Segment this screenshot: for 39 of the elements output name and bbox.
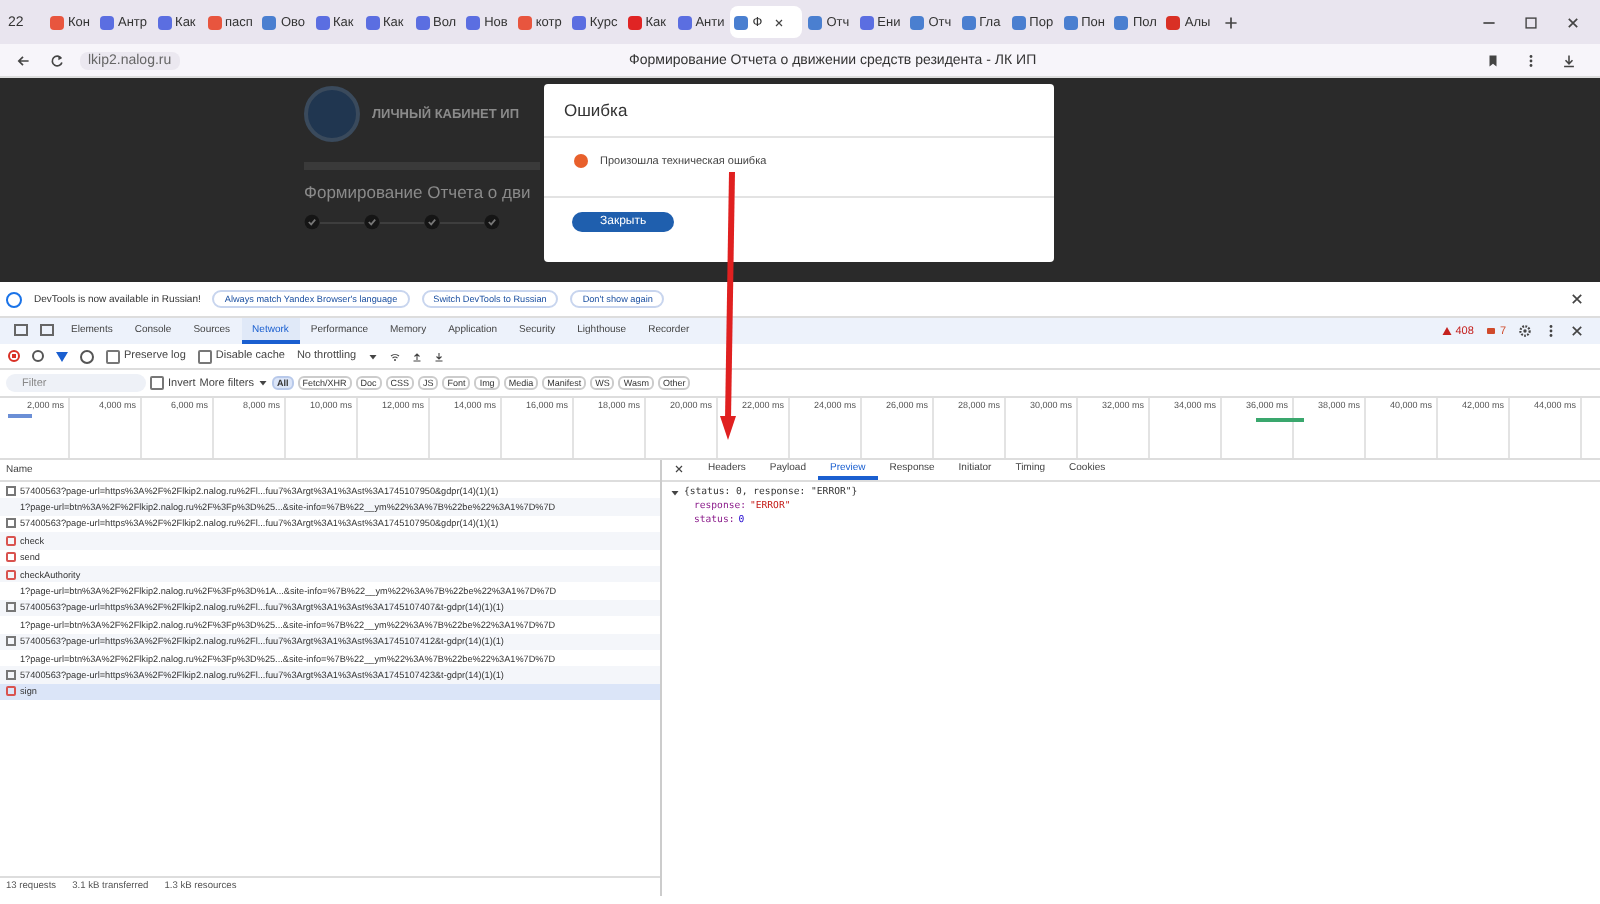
filter-icon[interactable] bbox=[56, 351, 68, 361]
menu-icon[interactable] bbox=[1524, 53, 1538, 67]
document-icon bbox=[6, 669, 16, 680]
xhr-icon bbox=[6, 686, 16, 697]
close-icon[interactable] bbox=[1566, 15, 1580, 29]
maximize-icon[interactable] bbox=[1524, 15, 1538, 29]
download-icon[interactable] bbox=[434, 351, 445, 361]
back-icon[interactable] bbox=[16, 53, 30, 67]
more-icon[interactable] bbox=[1544, 324, 1558, 338]
page-heading: Формирование Отчета о дви bbox=[304, 182, 533, 202]
caret-icon[interactable] bbox=[368, 351, 379, 361]
close-icon[interactable] bbox=[1570, 292, 1584, 306]
device-icon[interactable] bbox=[40, 324, 54, 336]
expand-icon[interactable] bbox=[670, 488, 680, 498]
settings-icon[interactable] bbox=[1518, 324, 1532, 338]
clear-icon[interactable] bbox=[32, 350, 44, 362]
close-icon[interactable] bbox=[1570, 324, 1584, 338]
error-icon bbox=[1485, 326, 1496, 336]
info-icon bbox=[6, 291, 22, 307]
warning-icon bbox=[1441, 326, 1452, 336]
reload-icon[interactable] bbox=[50, 53, 64, 67]
document-icon bbox=[6, 518, 16, 529]
download-icon[interactable] bbox=[1562, 53, 1576, 67]
upload-icon[interactable] bbox=[412, 351, 423, 361]
document-icon bbox=[6, 485, 16, 496]
wifi-icon[interactable] bbox=[390, 351, 401, 361]
search-icon[interactable] bbox=[80, 349, 94, 363]
bookmark-icon[interactable] bbox=[1486, 53, 1500, 67]
close-icon[interactable] bbox=[774, 17, 785, 27]
emblem-icon bbox=[304, 86, 360, 142]
record-icon[interactable] bbox=[8, 350, 20, 362]
error-icon bbox=[574, 154, 588, 168]
inspect-icon[interactable] bbox=[14, 324, 28, 336]
document-icon bbox=[6, 636, 16, 647]
document-icon bbox=[6, 602, 16, 613]
new-tab-icon[interactable] bbox=[1224, 15, 1239, 29]
close-icon[interactable] bbox=[674, 464, 684, 474]
caret-icon[interactable] bbox=[257, 378, 268, 388]
dialog-title: Ошибка bbox=[544, 84, 1054, 138]
